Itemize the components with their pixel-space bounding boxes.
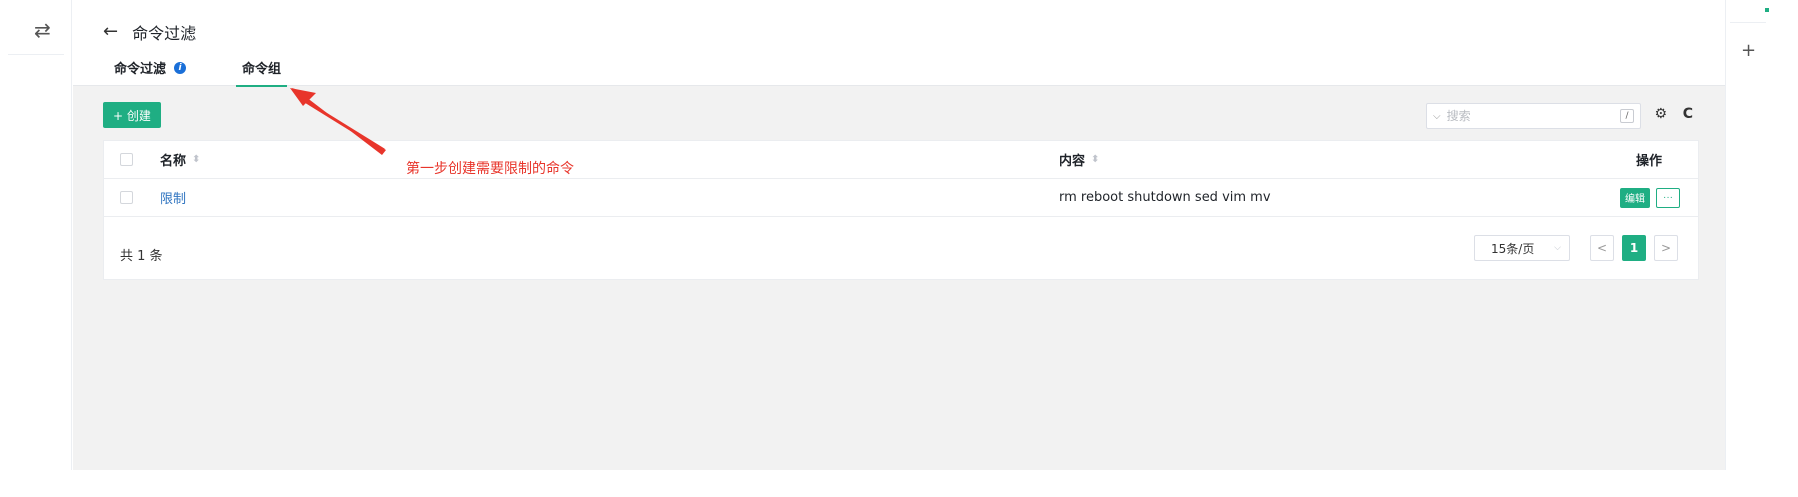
page-size-value: 15条/页 [1491, 241, 1535, 256]
divider [1730, 22, 1766, 23]
status-dot [1765, 8, 1769, 12]
column-content[interactable]: 内容 ⬍ [1059, 150, 1099, 169]
row-name-link[interactable]: 限制 [160, 188, 186, 207]
page-header: ← 命令过滤 命令过滤 i 命令组 [73, 0, 1725, 87]
cell-content: rm reboot shutdown sed vim mv [1059, 190, 1271, 205]
refresh-icon[interactable]: C [1683, 106, 1693, 122]
chevron-down-icon[interactable]: ⌵ [1433, 111, 1441, 122]
search-box[interactable]: ⌵ / [1426, 103, 1641, 129]
more-button[interactable]: ··· [1656, 187, 1680, 208]
table-header: 名称 ⬍ 内容 ⬍ 操作 [104, 141, 1698, 179]
search-input[interactable] [1446, 109, 1614, 123]
page-button-current[interactable]: 1 [1622, 235, 1646, 261]
row-actions: 编辑 ··· [1620, 187, 1680, 208]
column-actions: 操作 [1635, 154, 1662, 169]
divider [8, 54, 64, 55]
total-count: 共 1 条 [120, 249, 163, 264]
toolbar: + 创建 ⌵ / ⚙ C [103, 102, 1699, 130]
main-area: ← 命令过滤 命令过滤 i 命令组 + 创建 ⌵ / ⚙ C 名称 ⬍ [73, 0, 1725, 470]
plus-icon[interactable]: + [1741, 40, 1756, 61]
shortcut-key-hint: / [1620, 109, 1634, 123]
cell-name: 限制 [160, 188, 186, 207]
row-checkbox[interactable] [120, 191, 133, 204]
column-label: 名称 [160, 154, 187, 169]
tab-bar: 命令过滤 i 命令组 [108, 56, 288, 87]
sort-icon[interactable]: ⬍ [1091, 154, 1099, 165]
left-rail: ⇄ [0, 0, 72, 470]
table-footer: 共 1 条 15条/页 ⌵ < 1 > [104, 217, 1698, 279]
tab-label: 命令过滤 [114, 62, 167, 77]
chevron-down-icon: ⌵ [1554, 243, 1561, 253]
tab-label: 命令组 [242, 62, 282, 77]
select-all-checkbox[interactable] [120, 153, 133, 166]
edit-button[interactable]: 编辑 [1620, 187, 1650, 208]
prev-page-button[interactable]: < [1590, 235, 1614, 261]
tab-command-group[interactable]: 命令组 [236, 56, 288, 87]
back-row: ← 命令过滤 [103, 20, 196, 44]
sort-icon[interactable]: ⬍ [192, 154, 200, 165]
command-group-table: 名称 ⬍ 内容 ⬍ 操作 限制 rm reboot shutdown sed v… [103, 140, 1699, 280]
page-size-select[interactable]: 15条/页 ⌵ [1474, 235, 1570, 261]
column-name[interactable]: 名称 ⬍ [160, 150, 200, 169]
create-button[interactable]: + 创建 [103, 102, 161, 128]
tab-command-filter[interactable]: 命令过滤 i [108, 56, 192, 87]
right-rail: + [1725, 0, 1771, 470]
back-arrow-icon[interactable]: ← [103, 23, 118, 41]
settings-icon[interactable]: ⚙ [1654, 106, 1667, 122]
row-content: rm reboot shutdown sed vim mv [1059, 190, 1271, 205]
next-page-button[interactable]: > [1654, 235, 1678, 261]
table-row: 限制 rm reboot shutdown sed vim mv 编辑 ··· [104, 179, 1698, 217]
column-label: 内容 [1059, 154, 1086, 169]
swap-icon[interactable]: ⇄ [34, 18, 51, 42]
info-icon[interactable]: i [174, 61, 187, 74]
page-title: 命令过滤 [132, 24, 197, 43]
pagination: 15条/页 ⌵ < 1 > [1474, 235, 1678, 261]
annotation-text: 第一步创建需要限制的命令 [406, 161, 574, 177]
